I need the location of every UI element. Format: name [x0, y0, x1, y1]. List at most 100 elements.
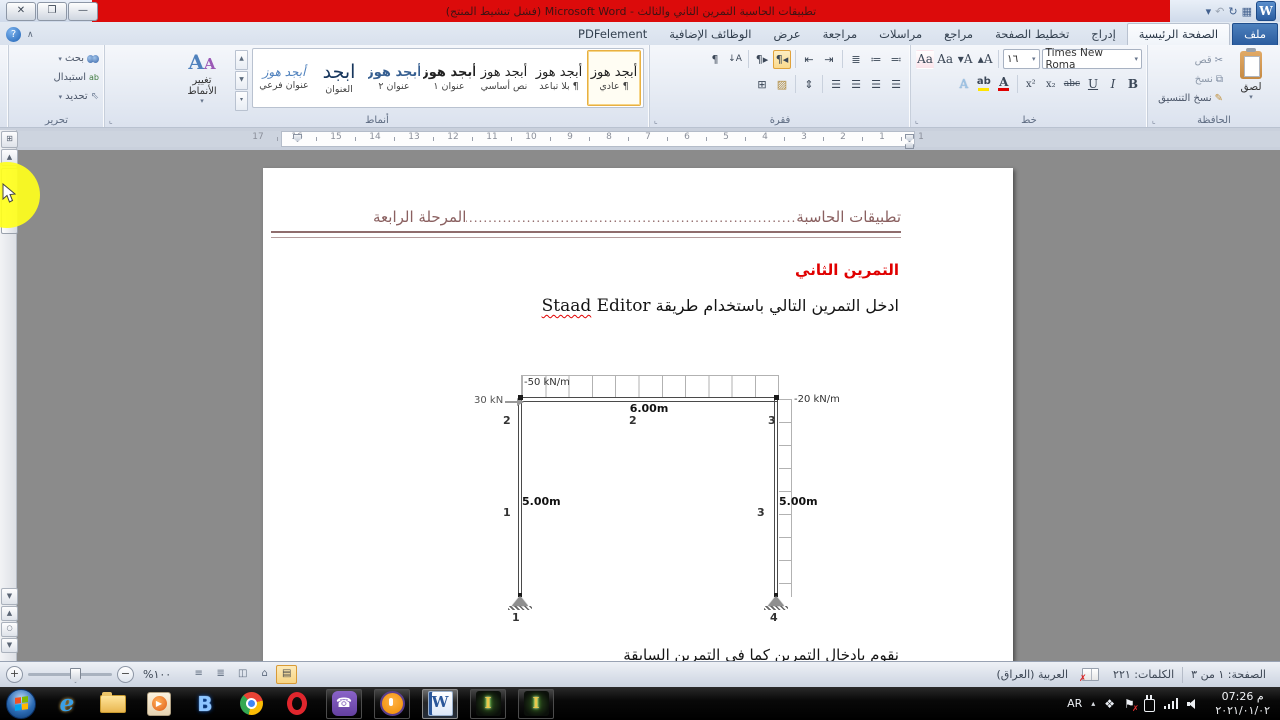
volume-icon[interactable] [1187, 698, 1200, 710]
opera-icon[interactable] [280, 690, 314, 718]
text-highlight-button[interactable]: ab [975, 75, 993, 94]
staad-pro-icon-2[interactable]: I [518, 688, 554, 719]
select-button[interactable]: ⇖ تحديد ▾ [14, 88, 99, 105]
copy-button[interactable]: ⧉ نسخ [1158, 71, 1223, 88]
power-icon[interactable] [1143, 694, 1155, 712]
style-heading2[interactable]: أبجد هوز عنوان ٢ [367, 50, 421, 106]
dropbox-icon[interactable]: ❖ [1104, 697, 1115, 711]
document-page[interactable]: تطبيقات الحاسبة ........................… [263, 168, 1013, 661]
staad-pro-icon[interactable]: I [470, 688, 506, 719]
frame-diagram[interactable]: -50 kN/m -20 kN/m 30 kN 6.00m 2 2 3 1 5.… [263, 168, 1013, 661]
restore-button[interactable]: ❐ [37, 2, 67, 21]
font-size-select[interactable]: ١٦ ▾ [1003, 49, 1040, 69]
align-left-button[interactable]: ☰ [847, 75, 865, 94]
grow-font-button[interactable]: A▴ [976, 50, 994, 69]
reading-view-button[interactable]: ⌂ [254, 665, 275, 684]
viber-icon[interactable]: ☎ [326, 688, 362, 719]
font-color-button[interactable]: A [995, 75, 1013, 94]
qat-menu-icon[interactable]: ▾ [1206, 5, 1212, 18]
bold-button[interactable]: B [1124, 75, 1142, 94]
language-tray-indicator[interactable]: AR [1067, 697, 1082, 710]
change-styles-button[interactable]: AA تغيير الأنماط ▾ [173, 48, 231, 111]
zoom-level[interactable]: %١٠٠ [143, 668, 171, 681]
format-painter-button[interactable]: ✎ نسخ التنسيق [1158, 90, 1223, 107]
style-normal[interactable]: أبجد هوز ¶ عادي [587, 50, 641, 106]
proofing-errors-icon[interactable]: ✗ [1079, 668, 1100, 684]
style-no-spacing[interactable]: أبجد هوز ¶ بلا تباعد [532, 50, 586, 106]
save-icon[interactable]: ▦ [1242, 5, 1252, 18]
tab-home[interactable]: الصفحة الرئيسية [1126, 23, 1231, 45]
view-ruler-toggle[interactable]: ⊞ [1, 131, 18, 148]
paste-button[interactable]: لصق ▾ [1227, 48, 1275, 112]
bluetooth-icon[interactable]: B [188, 690, 222, 718]
font-name-select[interactable]: Times New Roma ▾ [1041, 47, 1142, 71]
italic-button[interactable]: I [1104, 75, 1122, 94]
help-icon[interactable]: ? [6, 27, 21, 42]
clear-formatting-button[interactable]: Aa [916, 49, 935, 69]
style-heading1[interactable]: أبجد هوز عنوان ١ [422, 50, 476, 106]
cut-button[interactable]: ✂ قص [1158, 52, 1223, 69]
justify-button[interactable]: ☰ [827, 75, 845, 94]
sort-button[interactable]: A↓ [726, 50, 744, 69]
superscript-button[interactable]: x² [1022, 75, 1040, 94]
find-button[interactable]: بحث ▾ [14, 50, 99, 67]
outline-view-button[interactable]: ≣ [210, 665, 231, 684]
underline-button[interactable]: U [1084, 75, 1102, 94]
zoom-in-button[interactable]: + [6, 666, 23, 683]
previous-page-button[interactable]: ▲ [1, 606, 18, 621]
tab-pdfelement[interactable]: PDFelement [567, 24, 658, 45]
next-page-button[interactable]: ▼ [1, 638, 18, 653]
style-body-text[interactable]: أبجد هوز نص أساسي [477, 50, 531, 106]
strikethrough-button[interactable]: abc [1062, 75, 1082, 94]
zoom-slider[interactable] [28, 668, 112, 683]
tab-page-layout[interactable]: تخطيط الصفحة [984, 24, 1080, 45]
styles-scroll-down-icon[interactable]: ▼ [235, 70, 248, 91]
borders-button[interactable]: ⊞ [753, 75, 771, 94]
show-marks-button[interactable]: ¶ [706, 50, 724, 69]
tab-file[interactable]: ملف [1232, 23, 1278, 45]
close-button[interactable]: ✕ [6, 2, 36, 21]
tab-mailings[interactable]: مراسلات [868, 24, 933, 45]
zoom-out-button[interactable]: − [117, 666, 134, 683]
word-count[interactable]: الكلمات: ٢٢١ [1105, 668, 1182, 681]
style-title[interactable]: ابجد العنوان [312, 50, 366, 106]
network-signal-icon[interactable] [1163, 698, 1179, 709]
align-center-button[interactable]: ☰ [867, 75, 885, 94]
style-subtitle[interactable]: أبجد هوز عنوان فرعي [257, 50, 311, 106]
media-player-icon[interactable]: ▶ [142, 690, 176, 718]
bullets-button[interactable]: ≔ [887, 50, 905, 69]
undo-icon[interactable]: ↶ [1215, 5, 1224, 18]
align-right-button[interactable]: ☰ [887, 75, 905, 94]
font-name-dropdown-icon[interactable]: ▾ [1134, 55, 1138, 63]
privacy-app-icon[interactable] [374, 688, 410, 719]
change-styles-dropdown-icon[interactable]: ▾ [200, 97, 204, 105]
decrease-indent-button[interactable]: ⇤ [800, 50, 818, 69]
tab-review[interactable]: مراجعة [812, 24, 869, 45]
rtl-direction-button[interactable]: ◂¶ [773, 49, 791, 69]
page-indicator[interactable]: الصفحة: ١ من ٣ [1183, 668, 1274, 681]
font-size-dropdown-icon[interactable]: ▾ [1032, 55, 1036, 63]
tab-references[interactable]: مراجع [933, 24, 984, 45]
multilevel-list-button[interactable]: ≣ [847, 50, 865, 69]
print-layout-button[interactable]: ▤ [276, 665, 298, 684]
zoom-slider-thumb[interactable] [70, 668, 81, 683]
minimize-button[interactable]: — [68, 2, 98, 21]
shading-button[interactable]: ▨ [773, 75, 791, 94]
line-spacing-button[interactable]: ⇕ [800, 75, 818, 94]
select-browse-object-button[interactable]: ○ [1, 622, 18, 637]
chrome-icon[interactable] [234, 690, 268, 718]
word-logo-icon[interactable]: W [1256, 1, 1276, 21]
styles-scroll-up-icon[interactable]: ▲ [235, 50, 248, 70]
horizontal-ruler[interactable]: 17161514131211109876543211 [17, 131, 1280, 149]
replace-button[interactable]: ab استبدال [14, 69, 99, 86]
text-effects-button[interactable]: A [955, 75, 973, 94]
internet-explorer-icon[interactable]: e [50, 690, 84, 718]
scroll-down-button[interactable]: ▼ [1, 588, 18, 605]
ltr-direction-button[interactable]: ▸¶ [753, 50, 771, 69]
tab-view[interactable]: عرض [762, 24, 811, 45]
tab-add-ins[interactable]: الوظائف الإضافية [658, 24, 762, 45]
web-layout-button[interactable]: ◫ [232, 665, 253, 684]
collapse-ribbon-icon[interactable]: ∧ [27, 30, 34, 40]
subscript-button[interactable]: x₂ [1042, 75, 1060, 94]
draft-view-button[interactable]: ≡ [188, 665, 209, 684]
